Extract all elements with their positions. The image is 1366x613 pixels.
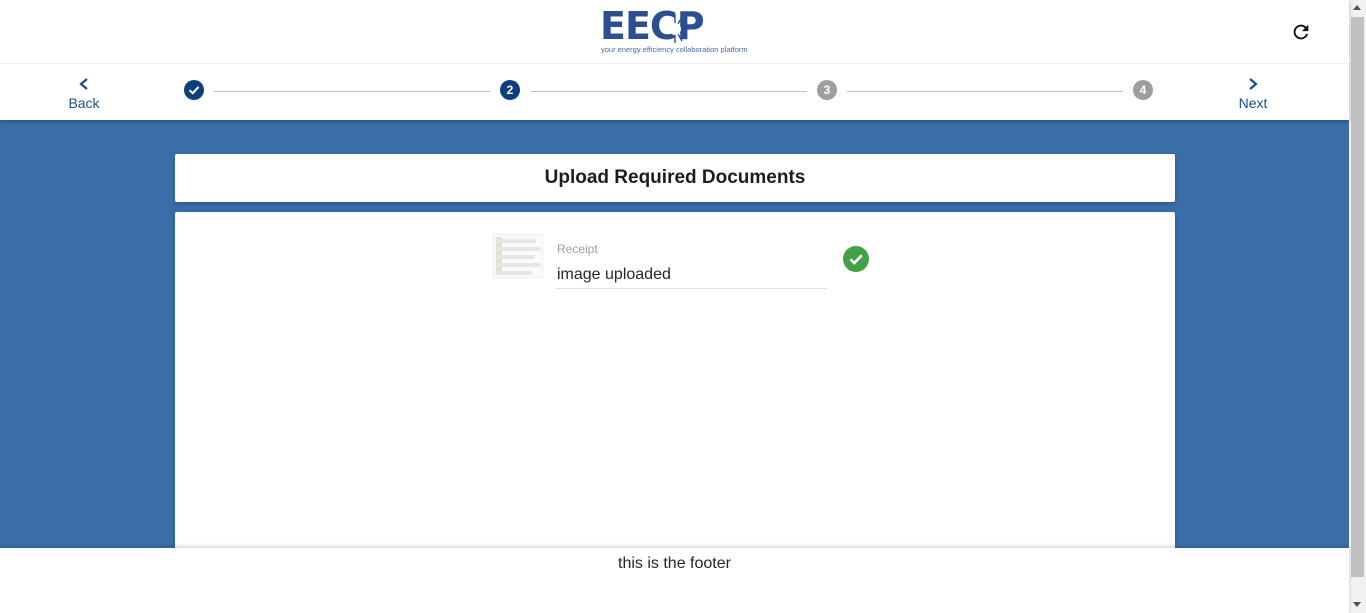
check-icon xyxy=(188,86,200,95)
step-connector xyxy=(531,91,807,92)
next-label: Next xyxy=(1238,95,1268,111)
step-1[interactable] xyxy=(184,80,204,100)
logo-tagline: your energy efficiency collaboration pla… xyxy=(601,45,748,54)
step-2[interactable]: 2 xyxy=(500,80,520,100)
footer: this is the footer xyxy=(0,548,1349,613)
receipt-thumbnail[interactable] xyxy=(493,234,543,278)
receipt-field[interactable]: Receipt image uploaded xyxy=(556,240,827,289)
receipt-label: Receipt xyxy=(557,242,598,256)
scroll-down-icon[interactable] xyxy=(1353,602,1361,607)
chevron-right-icon xyxy=(1249,78,1258,90)
header: EECP your energy efficiency collaboratio… xyxy=(0,0,1349,120)
eecp-logo: EECP your energy efficiency collaboratio… xyxy=(600,6,748,56)
refresh-icon[interactable] xyxy=(1290,21,1312,43)
check-circle-icon xyxy=(843,246,869,272)
header-divider xyxy=(0,63,1349,64)
back-button[interactable]: Back xyxy=(54,74,114,114)
scroll-up-icon[interactable] xyxy=(1353,5,1361,10)
footer-text: this is the footer xyxy=(618,555,731,572)
step-connector xyxy=(847,91,1123,92)
title-card: Upload Required Documents xyxy=(175,154,1175,202)
step-connector xyxy=(214,91,490,92)
logo-rays-icon xyxy=(669,15,689,43)
page-title: Upload Required Documents xyxy=(544,167,806,188)
scroll-thumb[interactable] xyxy=(1351,17,1364,577)
back-label: Back xyxy=(68,95,100,111)
scrollbar[interactable] xyxy=(1349,0,1366,613)
field-underline xyxy=(556,288,827,289)
step-4[interactable]: 4 xyxy=(1133,80,1153,100)
step-3[interactable]: 3 xyxy=(817,80,837,100)
chevron-left-icon xyxy=(79,78,88,90)
next-button[interactable]: Next xyxy=(1223,74,1283,114)
receipt-value: image uploaded xyxy=(557,266,671,283)
page: EECP your energy efficiency collaboratio… xyxy=(0,0,1349,613)
